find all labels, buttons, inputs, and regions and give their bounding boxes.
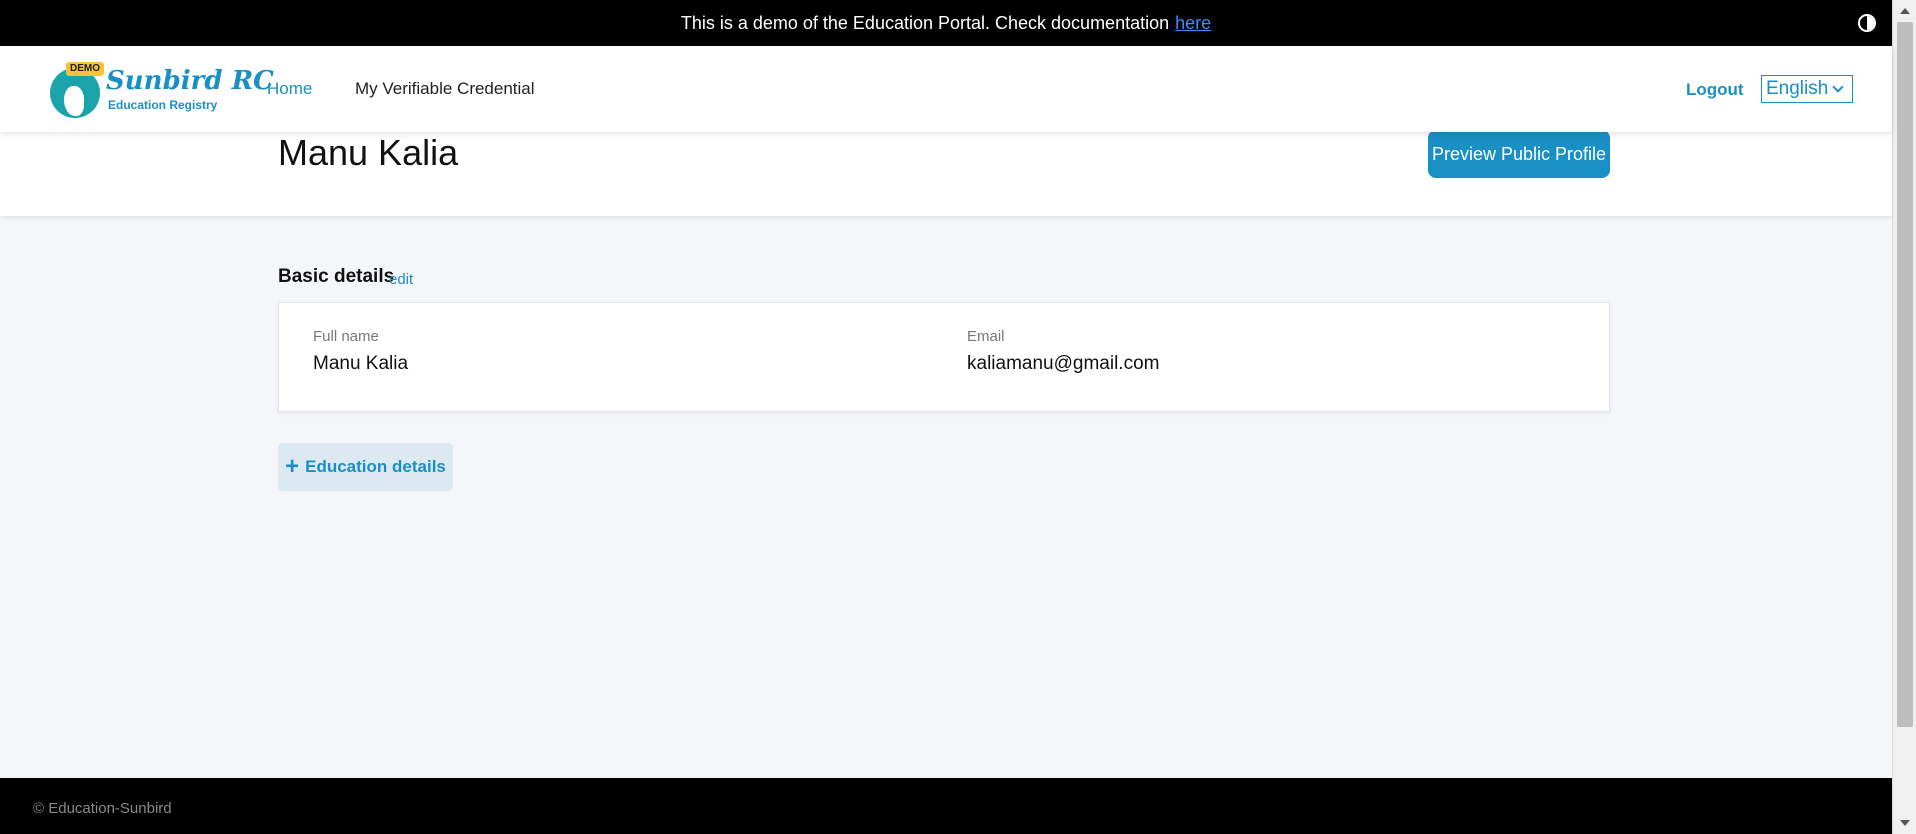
logo-subtitle: Education Registry: [108, 98, 218, 112]
email-label: Email: [967, 328, 1005, 345]
contrast-icon[interactable]: [1858, 14, 1876, 32]
site-footer: © Education-Sunbird: [0, 778, 1892, 834]
banner-text: This is a demo of the Education Portal. …: [680, 12, 1170, 33]
chevron-down-icon: [1832, 80, 1844, 93]
logout-link[interactable]: Logout: [1686, 80, 1744, 100]
add-education-details-button[interactable]: + Education details: [278, 443, 453, 491]
basic-details-card: Full name Manu Kalia Email kaliamanu@gma…: [278, 302, 1610, 412]
scroll-down-arrow-icon[interactable]: [1900, 820, 1910, 826]
page: This is a demo of the Education Portal. …: [0, 0, 1892, 834]
logo[interactable]: DEMO Sunbird RC Education Registry: [50, 62, 274, 118]
site-header: DEMO Sunbird RC Education Registry Home …: [0, 46, 1892, 132]
email-value: kaliamanu@gmail.com: [967, 353, 1160, 374]
plus-icon: +: [285, 453, 300, 480]
vertical-scrollbar[interactable]: [1892, 0, 1916, 834]
profile-name: Manu Kalia: [278, 132, 459, 173]
basic-details-title: Basic details: [278, 266, 395, 287]
full-name-label: Full name: [313, 328, 379, 345]
profile-header: Manu Kalia Preview Public Profile: [0, 130, 1892, 216]
full-name-value: Manu Kalia: [313, 353, 409, 374]
nav-home[interactable]: Home: [267, 79, 312, 99]
preview-public-profile-button[interactable]: Preview Public Profile: [1428, 130, 1610, 178]
logo-title: Sunbird RC: [106, 66, 274, 96]
footer-copyright: © Education-Sunbird: [33, 800, 172, 817]
logo-demo-badge: DEMO: [66, 62, 104, 76]
add-education-label: Education details: [305, 457, 446, 476]
edit-basic-details-link[interactable]: edit: [389, 271, 413, 288]
scroll-up-arrow-icon[interactable]: [1900, 8, 1910, 14]
language-select[interactable]: English: [1761, 75, 1853, 103]
scroll-thumb[interactable]: [1897, 22, 1913, 727]
documentation-link[interactable]: here: [1175, 13, 1211, 34]
demo-banner: This is a demo of the Education Portal. …: [0, 0, 1892, 46]
nav-verifiable-credential[interactable]: My Verifiable Credential: [355, 79, 535, 99]
language-value: English: [1766, 78, 1829, 99]
